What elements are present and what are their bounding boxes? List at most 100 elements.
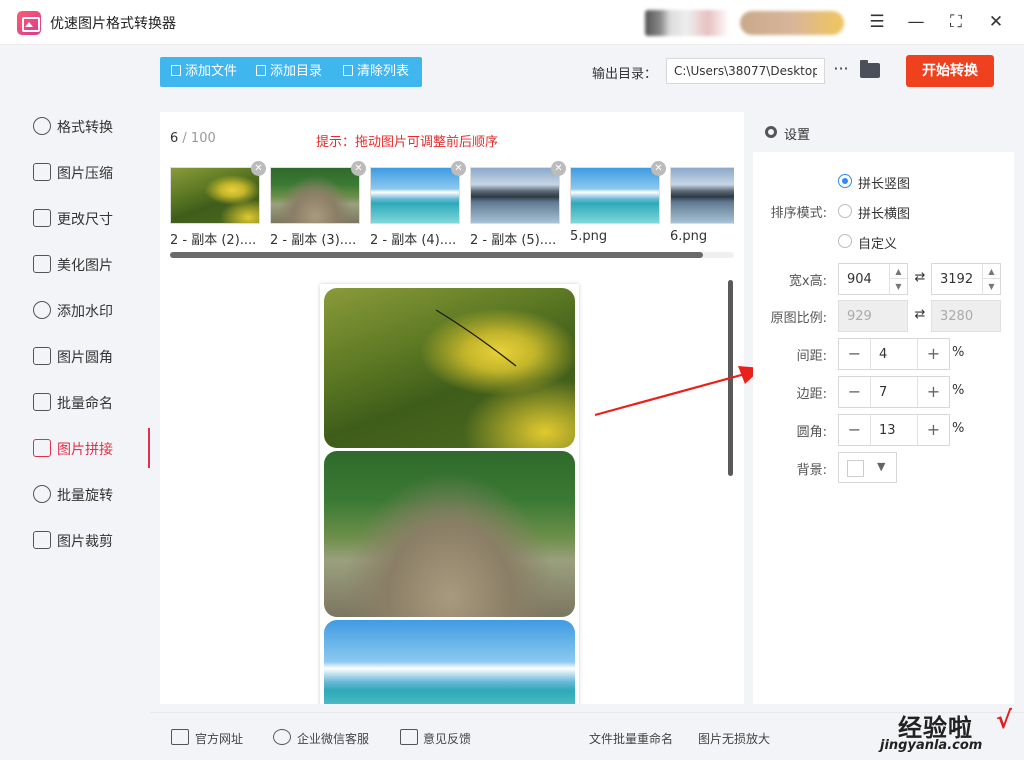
stitch-icon bbox=[33, 439, 51, 457]
background-color-swatch bbox=[847, 460, 864, 477]
sort-custom-radio[interactable] bbox=[838, 234, 852, 248]
thumbnail-label: 2 - 副本 (5).... bbox=[470, 233, 557, 248]
height-up-icon[interactable]: ▲ bbox=[982, 264, 1000, 279]
file-count-current: 6 bbox=[170, 131, 179, 146]
margin-decrease-button[interactable]: − bbox=[839, 377, 871, 407]
sidebar-item-format-convert[interactable]: 格式转换 bbox=[0, 106, 150, 146]
sort-custom-label[interactable]: 自定义 bbox=[858, 233, 897, 252]
blurred-user-info bbox=[645, 10, 729, 36]
background-color-select[interactable]: ▼ bbox=[838, 452, 897, 483]
watermark-domain: jingyanla.com bbox=[880, 738, 983, 753]
sort-horizontal-radio[interactable] bbox=[838, 204, 852, 218]
site-watermark: 经验啦 √ jingyanla.com bbox=[870, 706, 1020, 754]
sidebar-item-rotate[interactable]: 批量旋转 bbox=[0, 474, 150, 514]
ratio-width-field: 929 bbox=[838, 300, 908, 332]
thumbnail[interactable]: ✕ bbox=[170, 161, 266, 224]
spacing-stepper[interactable]: − 4 + bbox=[838, 338, 950, 370]
start-convert-button[interactable]: 开始转换 bbox=[906, 55, 994, 87]
add-file-label: 添加文件 bbox=[185, 64, 238, 79]
sort-vertical-radio[interactable] bbox=[838, 174, 852, 188]
sidebar-item-watermark[interactable]: 添加水印 bbox=[0, 290, 150, 330]
thumbnail-label: 5.png bbox=[570, 229, 608, 244]
preview-image-flower bbox=[324, 288, 575, 448]
thumbnail[interactable]: ✕ bbox=[370, 161, 466, 224]
close-icon[interactable]: ✕ bbox=[983, 10, 1009, 34]
ratio-height-value: 3280 bbox=[940, 309, 974, 324]
horizontal-scrollbar-thumb[interactable] bbox=[170, 252, 703, 258]
maximize-icon[interactable]: ⛶ bbox=[943, 10, 969, 34]
preview-image-beach bbox=[324, 620, 575, 704]
open-folder-icon[interactable] bbox=[860, 60, 880, 78]
remove-icon[interactable]: ✕ bbox=[351, 161, 366, 176]
wechat-service-link[interactable]: 企业微信客服 bbox=[297, 730, 369, 747]
compress-icon bbox=[33, 163, 51, 181]
batch-rename-link[interactable]: 文件批量重命名 bbox=[589, 730, 673, 747]
thumbnail[interactable]: ✕ bbox=[270, 161, 366, 224]
settings-panel: 设置 bbox=[753, 112, 1014, 704]
sort-horizontal-label[interactable]: 拼长横图 bbox=[858, 203, 910, 222]
sidebar-item-label: 图片裁剪 bbox=[57, 534, 113, 550]
remove-icon[interactable]: ✕ bbox=[551, 161, 566, 176]
rotate-icon bbox=[33, 485, 51, 503]
radius-unit: % bbox=[952, 421, 965, 436]
menu-icon[interactable]: ☰ bbox=[864, 10, 890, 34]
height-down-icon[interactable]: ▼ bbox=[982, 279, 1000, 294]
width-down-icon[interactable]: ▼ bbox=[889, 279, 907, 294]
radius-decrease-button[interactable]: − bbox=[839, 415, 871, 445]
lossless-enlarge-link[interactable]: 图片无损放大 bbox=[698, 730, 770, 747]
thumbnail-label: 2 - 副本 (4).... bbox=[370, 233, 457, 248]
radius-increase-button[interactable]: + bbox=[917, 415, 949, 445]
round-corner-icon bbox=[33, 347, 51, 365]
thumbnail[interactable]: ✕ bbox=[570, 161, 666, 224]
sidebar-item-stitch[interactable]: 图片拼接 bbox=[0, 428, 150, 468]
thumbnail-label: 2 - 副本 (2).... bbox=[170, 233, 257, 248]
margin-increase-button[interactable]: + bbox=[917, 377, 949, 407]
width-up-icon[interactable]: ▲ bbox=[889, 264, 907, 279]
remove-icon[interactable]: ✕ bbox=[251, 161, 266, 176]
thumbnail[interactable]: ✕ bbox=[470, 161, 566, 224]
sidebar-item-label: 添加水印 bbox=[57, 304, 113, 320]
remove-icon[interactable]: ✕ bbox=[451, 161, 466, 176]
settings-header: 设置 bbox=[753, 112, 1014, 152]
blurred-account-badge[interactable] bbox=[740, 11, 844, 35]
width-spinbox[interactable]: 904 ▲ ▼ bbox=[838, 263, 908, 295]
watermark-icon bbox=[33, 301, 51, 319]
margin-unit: % bbox=[952, 383, 965, 398]
sidebar-item-compress[interactable]: 图片压缩 bbox=[0, 152, 150, 192]
spacing-increase-button[interactable]: + bbox=[917, 339, 949, 369]
thumbnail[interactable] bbox=[670, 167, 734, 224]
horizontal-scrollbar[interactable] bbox=[170, 252, 734, 258]
app-logo-icon bbox=[17, 11, 41, 35]
resize-icon bbox=[33, 209, 51, 227]
minimize-icon[interactable]: — bbox=[903, 10, 929, 34]
official-site-link[interactable]: 官方网址 bbox=[195, 730, 243, 747]
height-spinbox[interactable]: 3192 ▲ ▼ bbox=[931, 263, 1001, 295]
sidebar-item-label: 图片压缩 bbox=[57, 166, 113, 182]
sidebar-item-round-corner[interactable]: 图片圆角 bbox=[0, 336, 150, 376]
watermark-check-icon: √ bbox=[996, 706, 1013, 734]
output-dir-input[interactable] bbox=[666, 58, 825, 84]
feedback-link[interactable]: 意见反馈 bbox=[423, 730, 471, 747]
clear-list-button[interactable]: 清除列表 bbox=[343, 57, 409, 87]
spacing-decrease-button[interactable]: − bbox=[839, 339, 871, 369]
sidebar: 格式转换 图片压缩 更改尺寸 美化图片 添加水印 图片圆角 批量命名 图片拼接 … bbox=[0, 46, 150, 760]
remove-icon[interactable]: ✕ bbox=[651, 161, 666, 176]
trash-icon bbox=[343, 65, 353, 76]
margin-stepper[interactable]: − 7 + bbox=[838, 376, 950, 408]
beautify-icon bbox=[33, 255, 51, 273]
radius-stepper[interactable]: − 13 + bbox=[838, 414, 950, 446]
add-file-button[interactable]: 添加文件 bbox=[171, 57, 237, 87]
add-directory-button[interactable]: 添加目录 bbox=[256, 57, 322, 87]
sort-vertical-label[interactable]: 拼长竖图 bbox=[858, 173, 910, 192]
file-count-total: / 100 bbox=[182, 131, 216, 146]
spacing-label: 间距: bbox=[796, 349, 827, 364]
preview-image-forest bbox=[324, 451, 575, 617]
sidebar-item-label: 批量旋转 bbox=[57, 488, 113, 504]
sidebar-item-beautify[interactable]: 美化图片 bbox=[0, 244, 150, 284]
spacing-unit: % bbox=[952, 345, 965, 360]
swap-size-icon[interactable]: ⇄ bbox=[912, 271, 928, 285]
sidebar-item-resize[interactable]: 更改尺寸 bbox=[0, 198, 150, 238]
more-options-button[interactable]: ··· bbox=[832, 60, 850, 80]
sidebar-item-crop[interactable]: 图片裁剪 bbox=[0, 520, 150, 560]
sidebar-item-rename[interactable]: 批量命名 bbox=[0, 382, 150, 422]
